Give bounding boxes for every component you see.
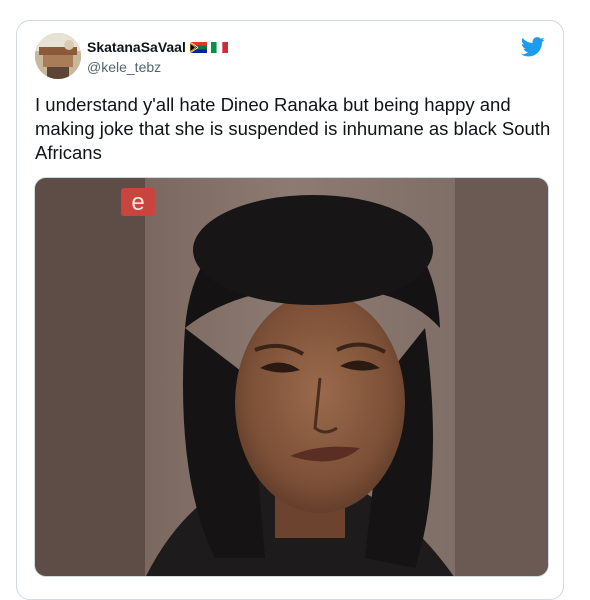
avatar[interactable] (35, 33, 81, 79)
author-handle[interactable]: @kele_tebz (87, 59, 228, 75)
avatar-image (35, 33, 81, 79)
tweet-card[interactable]: SkatanaSaVaal @kele_tebz I understand y'… (16, 20, 564, 600)
channel-logo-text: e (131, 189, 144, 216)
south-africa-flag-icon (189, 41, 207, 53)
italy-flag-icon (210, 41, 228, 53)
tweet-header: SkatanaSaVaal @kele_tebz (35, 33, 545, 83)
author-info: SkatanaSaVaal @kele_tebz (87, 38, 228, 75)
meme-photo: e (35, 178, 548, 576)
display-name[interactable]: SkatanaSaVaal (87, 39, 186, 55)
tweet-text: I understand y'all hate Dineo Ranaka but… (35, 94, 551, 163)
tweet-media[interactable]: e (34, 177, 549, 577)
display-name-row: SkatanaSaVaal (87, 38, 228, 56)
twitter-bird-icon[interactable] (521, 37, 545, 57)
